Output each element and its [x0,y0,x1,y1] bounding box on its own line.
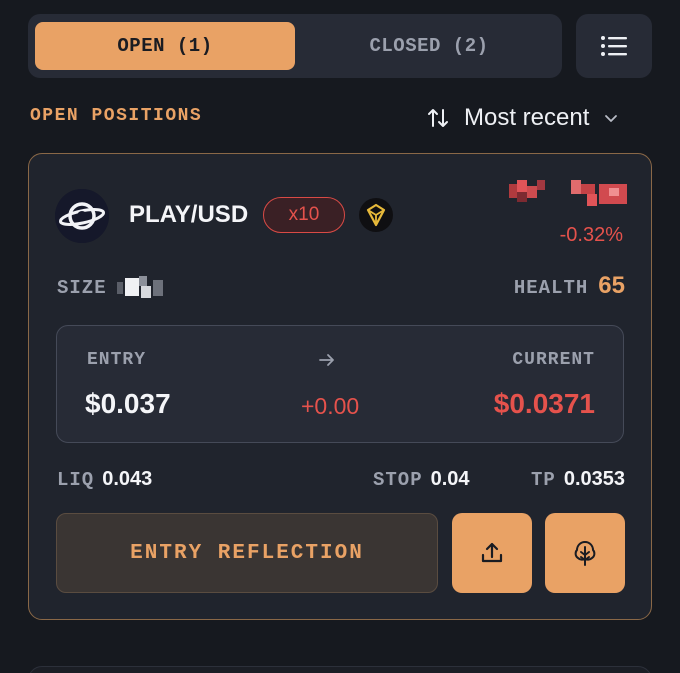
tp-value: 0.0353 [563,468,625,490]
share-upload-icon [481,542,503,563]
stop-value: 0.04 [430,468,470,490]
entry-price: $0.037 [85,388,171,419]
sort-arrows-icon [428,109,448,127]
sort-dropdown[interactable]: Most recent [426,100,619,136]
entry-label: ENTRY [87,350,147,370]
entry-reflection-button[interactable]: ENTRY REFLECTION [56,513,438,593]
health-label: HEALTH [513,277,589,299]
tab-closed[interactable]: CLOSED (2) [304,22,554,70]
health-indicator: HEALTH 65 [514,272,625,300]
tab-open[interactable]: OPEN (1) [35,22,295,70]
position-card[interactable]: PLAY/USD x10 -0.32% SIZE HEALTH 65 ENTRY… [28,153,652,620]
current-label: CURRENT [512,350,595,370]
leverage-badge[interactable]: x10 [263,197,345,233]
chevron-down-icon [605,115,618,122]
token-avatar [55,189,109,243]
stop-stat[interactable]: STOP 0.04 [373,468,470,491]
tp-label: TP [531,469,556,491]
list-icon [601,36,627,56]
share-button[interactable] [452,513,532,593]
entry-current-panel: ENTRY CURRENT $0.037 +0.00 $0.0371 [56,325,624,443]
list-menu-button[interactable] [576,14,652,78]
vip-badge-icon [359,198,393,232]
liq-value: 0.043 [102,468,153,490]
arrow-right-icon [319,354,334,366]
stop-label: STOP [373,469,423,491]
pnl-amount-redacted [509,180,627,206]
price-change: +0.00 [301,393,360,419]
tree-icon [574,541,596,566]
next-position-card[interactable] [28,666,652,673]
token-logo-icon [55,189,109,243]
risk-stats-row: LIQ 0.043 STOP 0.04 TP 0.0353 [57,468,625,494]
size-label: SIZE [57,277,107,299]
positions-tabs: OPEN (1) CLOSED (2) [28,14,562,78]
size-value-redacted [117,276,163,298]
health-value: 65 [598,272,625,299]
pnl-percent: -0.32% [559,224,623,246]
liquidation-stat: LIQ 0.043 [57,468,152,491]
liq-label: LIQ [57,469,95,491]
section-title: OPEN POSITIONS [30,106,203,126]
pair-name: PLAY/USD [129,201,249,228]
tree-button[interactable] [545,513,625,593]
sort-label: Most recent [464,104,590,131]
app-root: OPEN (1) CLOSED (2) OPEN POSITIONS Most … [0,0,680,673]
take-profit-stat[interactable]: TP 0.0353 [531,468,625,491]
current-price: $0.0371 [493,388,595,419]
